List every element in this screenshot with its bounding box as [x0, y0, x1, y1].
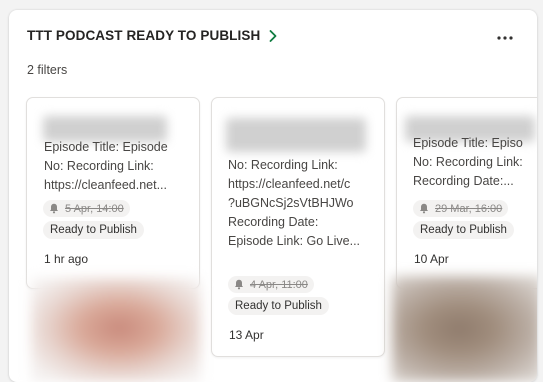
filters-count[interactable]: 2 filters [27, 63, 67, 77]
task-card[interactable]: Episode Title: Episo No: Recording Link:… [396, 97, 537, 289]
card-description: Episode Title: Episo No: Recording Link:… [413, 136, 523, 188]
reminder-chip: 29 Mar, 16:00 [413, 200, 509, 217]
reminder-date: 29 Mar, 16:00 [435, 202, 503, 215]
card-meta: 1 hr ago [44, 252, 89, 266]
reminder-date: 4 Apr, 11:00 [250, 278, 308, 291]
redacted-title [226, 118, 366, 152]
card-meta: 10 Apr [414, 252, 449, 266]
chevron-right-icon [269, 29, 277, 42]
reminder-date: 5 Apr, 14:00 [65, 202, 124, 215]
bell-icon [420, 203, 428, 214]
board-title: TTT PODCAST READY TO PUBLISH [27, 28, 261, 43]
card-meta: 13 Apr [229, 328, 264, 342]
status-label: Ready to Publish [413, 221, 514, 239]
reminder-chip: 5 Apr, 14:00 [43, 200, 130, 217]
card-description: Episode Title: Episode No: Recording Lin… [44, 140, 168, 192]
bell-icon [50, 203, 58, 214]
card-cover-image [31, 278, 201, 382]
task-card[interactable]: No: Recording Link: https://cleanfeed.ne… [211, 97, 385, 357]
bell-icon [235, 279, 243, 290]
task-card[interactable]: Episode Title: Episode No: Recording Lin… [26, 97, 200, 289]
board-title-link[interactable]: TTT PODCAST READY TO PUBLISH [27, 28, 277, 43]
more-horizontal-icon [497, 36, 513, 40]
reminder-chip: 4 Apr, 11:00 [228, 276, 314, 293]
board-panel: TTT PODCAST READY TO PUBLISH 2 filters E… [9, 10, 537, 382]
more-options-button[interactable] [495, 30, 515, 46]
status-label: Ready to Publish [43, 221, 144, 239]
status-label: Ready to Publish [228, 297, 329, 315]
card-cover-image [392, 276, 537, 382]
card-description: No: Recording Link: https://cleanfeed.ne… [228, 158, 361, 248]
